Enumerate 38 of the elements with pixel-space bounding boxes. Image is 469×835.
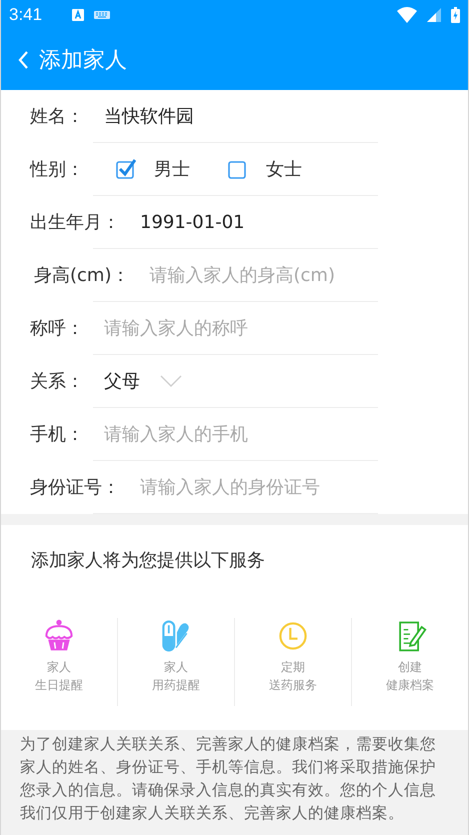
checkbox[interactable] (116, 159, 136, 179)
keyboard-icon (94, 11, 110, 19)
input-field[interactable]: 1991-01-01 (140, 212, 390, 232)
input-field[interactable]: 请输入家人的身高(cm) (149, 264, 400, 286)
wifi-icon (397, 7, 417, 23)
field-label: 手机： (30, 423, 84, 446)
input-field[interactable]: 当快软件园 (104, 106, 354, 126)
battery-icon (451, 7, 460, 23)
status-time: 3:41 (9, 5, 42, 25)
field-label: 身份证号： (30, 476, 120, 499)
section-title: 添加家人将为您提供以下服务 (30, 549, 266, 573)
notice-text: 为了创建家人关联关系、完善家人的健康档案，需要收集您家人的姓名、身份证号、手机等信息。我们将采取措施保护您录入的信息。请确保录入信息的真实有效。您的个人信息我们仅用于创建家人关联关系、完善家人的健康档案。 (20, 734, 437, 824)
chevron-down-icon[interactable] (160, 375, 182, 387)
field-label: 关系： (30, 370, 84, 393)
service-label[interactable]: 生日提醒 (35, 676, 83, 694)
field-label: 姓名： (30, 105, 84, 128)
input-field[interactable]: 请输入家人的手机 (104, 424, 354, 444)
input-field[interactable]: 请输入家人的称呼 (104, 318, 354, 338)
field-label: 称呼： (30, 317, 84, 340)
service-label[interactable]: 创建 (398, 658, 422, 676)
service-label[interactable]: 用药提醒 (152, 676, 200, 694)
field-label: 出生年月： (30, 211, 120, 234)
service-label[interactable]: 家人 (164, 658, 188, 676)
option-label[interactable]: 男士 (154, 157, 190, 181)
option-label[interactable]: 女士 (266, 157, 302, 181)
keyboard-language-icon (72, 9, 84, 21)
signal-icon (427, 8, 441, 22)
page-title: 添加家人 (39, 47, 127, 75)
back-icon[interactable] (17, 50, 29, 70)
checkbox[interactable] (228, 159, 248, 179)
service-label[interactable]: 家人 (47, 658, 71, 676)
field-label: 性别： (30, 158, 84, 181)
input-field[interactable]: 请输入家人的身份证号 (140, 476, 390, 498)
service-label[interactable]: 送药服务 (269, 676, 317, 694)
service-label[interactable]: 定期 (281, 658, 305, 676)
dropdown-value[interactable]: 父母 (104, 369, 140, 393)
service-label[interactable]: 健康档案 (386, 676, 434, 694)
field-label: 身高(cm)： (34, 264, 130, 287)
